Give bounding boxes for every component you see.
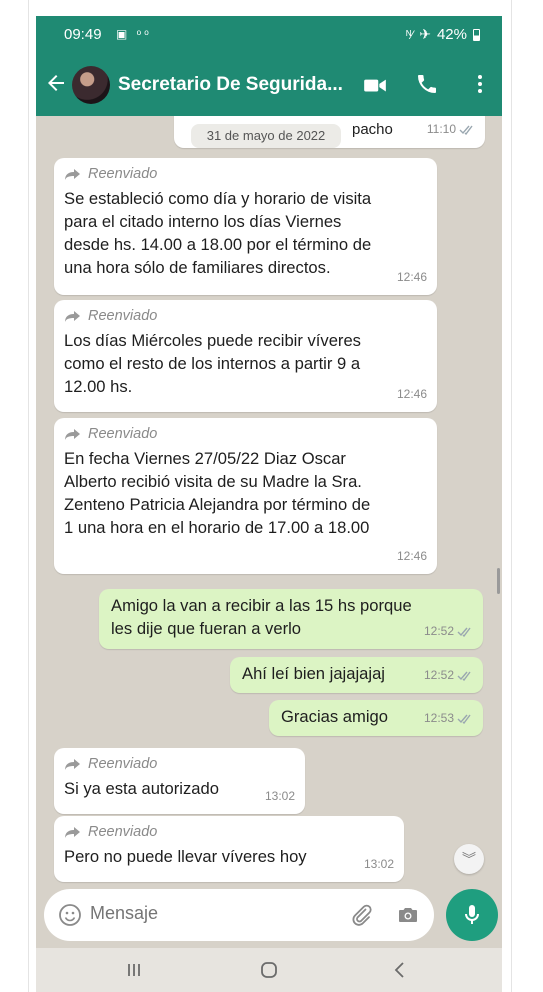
battery-percent: 42% (436, 26, 467, 43)
message-meta: 12:53 (424, 707, 473, 730)
message-bubble-incoming[interactable]: Reenviado Si ya esta autorizado 13:02 (54, 748, 305, 814)
message-text: Si ya esta autorizado (64, 779, 219, 798)
message-time: 12:46 (396, 270, 427, 284)
back-arrow-icon[interactable] (44, 68, 70, 98)
chat-header: Secretario De Segurida... (36, 54, 502, 116)
scroll-to-bottom-button[interactable]: ︾ (454, 844, 484, 874)
phone-screen: 09:49 ▣ ᵒᵒ ᴺ⁄ ✈ 42% Secretario De Seguri… (36, 16, 502, 992)
message-text: Amigo la van a recibir a las 15 hs porqu… (111, 596, 412, 638)
message-bubble-incoming[interactable]: Reenviado Se estableció como día y horar… (54, 158, 437, 295)
message-bubble-outgoing[interactable]: Amigo la van a recibir a las 15 hs porqu… (99, 589, 483, 649)
status-right: ᴺ⁄ ✈ 42% (406, 26, 480, 43)
message-meta: 13:02 (364, 853, 394, 876)
microphone-button[interactable] (446, 889, 498, 941)
forward-arrow-icon (65, 168, 80, 180)
message-bubble-incoming[interactable]: Reenviado Pero no puede llevar víveres h… (54, 816, 404, 882)
message-time: 13:02 (264, 789, 295, 803)
back-nav-icon[interactable] (388, 958, 412, 982)
message-meta: 13:02 (265, 785, 295, 808)
message-meta: 12:52 (424, 664, 473, 687)
forwarded-text: Reenviado (88, 307, 158, 324)
chat-area[interactable]: pacho 11:10 31 de mayo de 2022 Reenviado… (36, 116, 502, 886)
date-separator: 31 de mayo de 2022 (191, 124, 341, 148)
status-time: 09:49 (64, 26, 102, 43)
forwarded-label: Reenviado (64, 425, 427, 443)
forwarded-label: Reenviado (64, 823, 394, 841)
forwarded-label: Reenviado (64, 755, 295, 773)
message-meta: 11:10 (427, 118, 475, 141)
message-time: 11:10 (426, 122, 456, 136)
contact-avatar[interactable] (72, 66, 110, 104)
attach-icon[interactable] (349, 903, 373, 927)
forward-arrow-icon (65, 310, 80, 322)
double-chevron-down-icon: ︾ (462, 851, 476, 867)
forwarded-label: Reenviado (64, 165, 427, 183)
message-time: 12:46 (396, 387, 427, 401)
message-input[interactable] (90, 903, 290, 924)
system-nav-bar (36, 948, 502, 992)
recent-apps-icon[interactable] (122, 958, 146, 982)
message-bubble-incoming[interactable]: Reenviado En fecha Viernes 27/05/22 Diaz… (54, 418, 437, 574)
home-icon[interactable] (257, 958, 281, 982)
scrollbar[interactable] (497, 568, 500, 594)
message-time: 12:52 (423, 624, 454, 638)
double-check-icon (457, 714, 471, 724)
message-text: En fecha Viernes 27/05/22 Diaz Oscar Alb… (64, 449, 371, 537)
message-time: 12:46 (396, 549, 427, 563)
camera-icon[interactable] (396, 903, 420, 927)
phone-call-icon[interactable] (415, 72, 441, 98)
notification-icons: ▣ ᵒᵒ (116, 27, 152, 41)
message-composer (44, 889, 434, 941)
signal-icon: ᴺ⁄ (406, 27, 414, 42)
forward-arrow-icon (65, 758, 80, 770)
message-text: Los días Miércoles puede recibir víveres… (64, 331, 361, 396)
forwarded-label: Reenviado (64, 307, 427, 325)
status-bar: 09:49 ▣ ᵒᵒ ᴺ⁄ ✈ 42% (36, 16, 502, 54)
forwarded-text: Reenviado (88, 755, 158, 772)
battery-icon (473, 28, 480, 41)
double-check-icon (459, 125, 473, 135)
message-meta: 12:46 (397, 545, 427, 568)
forwarded-text: Reenviado (88, 823, 158, 840)
message-meta: 12:52 (424, 620, 473, 643)
forward-arrow-icon (65, 826, 80, 838)
double-check-icon (457, 671, 471, 681)
message-time: 13:02 (363, 857, 394, 871)
forwarded-text: Reenviado (88, 165, 158, 182)
more-options-icon[interactable] (468, 72, 494, 98)
double-check-icon (457, 627, 471, 637)
message-text: Pero no puede llevar víveres hoy (64, 847, 307, 866)
message-meta: 12:46 (397, 383, 427, 406)
forwarded-text: Reenviado (88, 425, 158, 442)
message-bubble-outgoing[interactable]: Gracias amigo 12:53 (269, 700, 483, 736)
message-time: 12:53 (423, 711, 454, 725)
contact-name[interactable]: Secretario De Segurida... (118, 74, 343, 96)
forward-arrow-icon (65, 428, 80, 440)
partial-message-text: pacho (352, 121, 393, 138)
emoji-icon[interactable] (58, 903, 82, 927)
video-call-icon[interactable] (362, 72, 388, 98)
message-text: Se estableció como día y horario de visi… (64, 189, 372, 277)
message-time: 12:52 (423, 668, 454, 682)
message-meta: 12:46 (397, 266, 427, 289)
airplane-icon: ✈ (419, 26, 431, 42)
microphone-icon (465, 905, 479, 924)
message-bubble-outgoing[interactable]: Ahí leí bien jajajajaj 12:52 (230, 657, 483, 693)
message-bubble-incoming[interactable]: Reenviado Los días Miércoles puede recib… (54, 300, 437, 412)
